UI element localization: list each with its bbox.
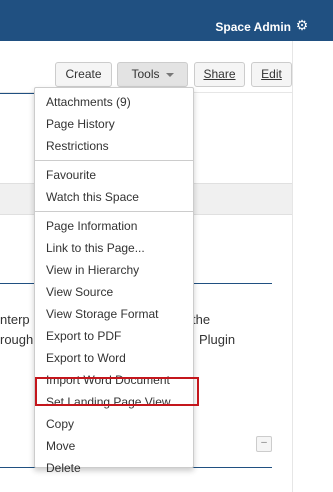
space-admin-link[interactable]: Space Admin <box>215 20 291 34</box>
share-button-label: Share <box>203 67 236 81</box>
gear-icon[interactable]: ⚙ <box>295 18 309 32</box>
tools-dropdown-menu: Attachments (9) Page History Restriction… <box>34 87 194 475</box>
page-body-text: nterp <box>0 312 30 327</box>
page-body-text: Plugin <box>199 332 236 347</box>
menu-item-watch-space[interactable]: Watch this Space <box>35 186 193 208</box>
menu-item-view-source[interactable]: View Source <box>35 281 193 303</box>
menu-group-attachments: Attachments (9) Page History Restriction… <box>35 88 193 161</box>
menu-item-copy[interactable]: Copy <box>35 413 193 435</box>
edit-button[interactable]: Edit <box>251 62 292 87</box>
chevron-down-icon <box>165 72 174 77</box>
menu-item-page-information[interactable]: Page Information <box>35 215 193 237</box>
menu-item-page-history[interactable]: Page History <box>35 113 193 135</box>
menu-item-attachments[interactable]: Attachments (9) <box>35 91 193 113</box>
menu-item-view-in-hierarchy[interactable]: View in Hierarchy <box>35 259 193 281</box>
highlight-box <box>35 377 199 406</box>
menu-group-favourite: Favourite Watch this Space <box>35 161 193 212</box>
menu-item-export-pdf[interactable]: Export to PDF <box>35 325 193 347</box>
tools-button[interactable]: Tools <box>117 62 188 87</box>
sidebar-divider <box>292 41 293 492</box>
menu-item-favourite[interactable]: Favourite <box>35 164 193 186</box>
menu-group-page-actions: Page Information Link to this Page... Vi… <box>35 212 193 482</box>
menu-item-move[interactable]: Move <box>35 435 193 457</box>
collapse-button[interactable]: – <box>256 436 272 452</box>
menu-item-restrictions[interactable]: Restrictions <box>35 135 193 157</box>
create-button[interactable]: Create <box>55 62 112 87</box>
tools-button-label: Tools <box>131 67 160 81</box>
menu-item-export-word[interactable]: Export to Word <box>35 347 193 369</box>
menu-item-link-to-page[interactable]: Link to this Page... <box>35 237 193 259</box>
menu-item-delete[interactable]: Delete <box>35 457 193 479</box>
edit-button-label: Edit <box>261 67 282 81</box>
menu-item-view-storage-format[interactable]: View Storage Format <box>35 303 193 325</box>
page-body-text: rough <box>0 332 34 347</box>
share-button[interactable]: Share <box>194 62 245 87</box>
top-header-bar: Space Admin ⚙ <box>0 0 333 41</box>
page-body-text: the <box>192 312 211 327</box>
